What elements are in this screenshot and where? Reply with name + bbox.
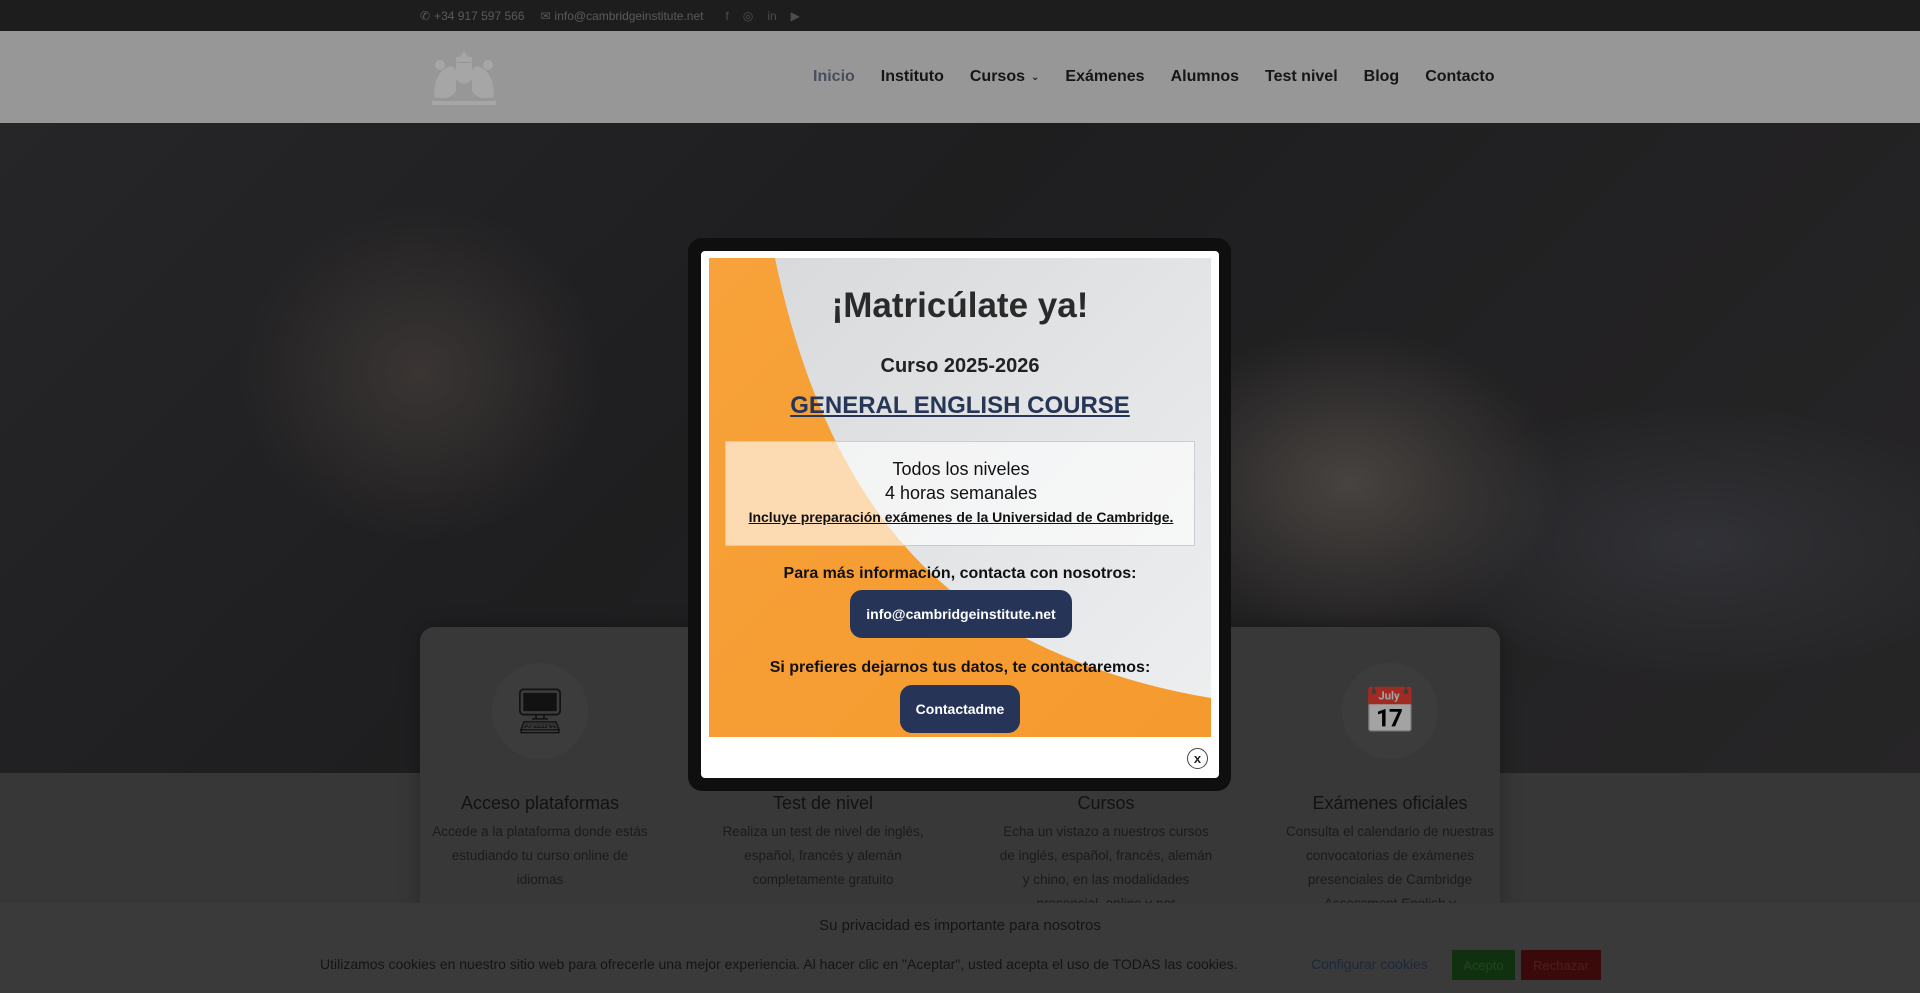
close-icon[interactable]: x <box>1187 748 1208 769</box>
prefer-text: Si prefieres dejarnos tus datos, te cont… <box>769 659 1151 676</box>
course-name: GENERAL ENGLISH COURSE <box>790 392 1130 419</box>
course-details-box: Todos los niveles 4 horas semanales Incl… <box>725 441 1195 546</box>
email-button[interactable]: info@cambridgeinstitute.net <box>850 590 1072 638</box>
course-year: Curso 2025-2026 <box>880 355 1040 377</box>
promo-headline: ¡Matricúlate ya! <box>831 286 1089 325</box>
levels-text: Todos los niveles <box>892 459 1030 479</box>
contact-me-button[interactable]: Contactadme <box>900 685 1020 733</box>
promo-banner: ¡Matricúlate ya! Curso 2025-2026 GENERAL… <box>709 258 1211 737</box>
more-info-text: Para más información, contacta con nosot… <box>783 565 1137 582</box>
enrollment-popup: ¡Matricúlate ya! Curso 2025-2026 GENERAL… <box>701 251 1219 778</box>
hours-text: 4 horas semanales <box>884 483 1038 503</box>
cambridge-prep-text: Incluye preparación exámenes de la Unive… <box>748 509 1174 525</box>
